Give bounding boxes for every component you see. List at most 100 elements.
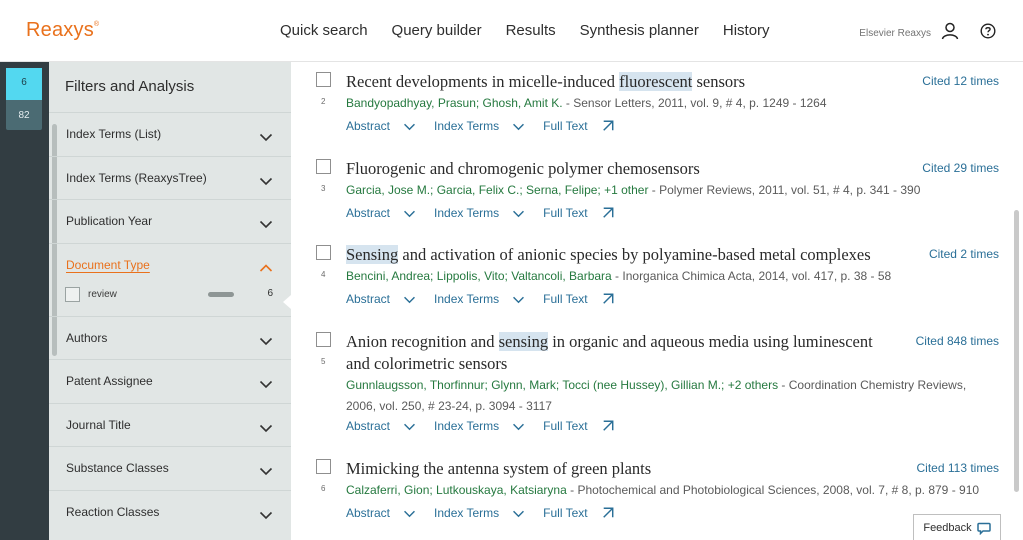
- title-text: Mimicking the antenna system of green pl…: [346, 459, 652, 478]
- external-link-icon: [596, 420, 614, 432]
- cited-count-link[interactable]: Cited 848 times: [916, 334, 999, 348]
- abstract-label: Abstract: [346, 206, 391, 220]
- facet-checkbox[interactable]: [65, 286, 80, 302]
- authors-link[interactable]: Bencini, Andrea; Lippolis, Vito; Valtanc…: [346, 269, 612, 283]
- result-title[interactable]: Mimicking the antenna system of green pl…: [346, 458, 886, 480]
- chevron-down-icon: [506, 422, 525, 431]
- abstract-toggle[interactable]: Abstract: [346, 506, 416, 520]
- filter-label: Substance Classes: [66, 461, 169, 475]
- authors-link[interactable]: Gunnlaugsson, Thorfinnur; Glynn, Mark; T…: [346, 378, 778, 392]
- filter-patent-assignee[interactable]: Patent Assignee: [49, 359, 291, 403]
- abstract-toggle[interactable]: Abstract: [346, 206, 416, 220]
- filter-authors[interactable]: Authors: [49, 315, 291, 360]
- result-checkbox[interactable]: [316, 459, 331, 474]
- search-term-highlight: Sensing: [346, 245, 399, 264]
- source-info: - Polymer Reviews, 2011, vol. 51, # 4, p…: [648, 183, 921, 197]
- chevron-down-icon[interactable]: [259, 333, 273, 345]
- full-text-link[interactable]: Full Text: [543, 419, 614, 433]
- result-number: 3: [321, 184, 326, 193]
- facet-count-bar: [208, 291, 234, 297]
- cited-count-link[interactable]: Cited 2 times: [929, 247, 999, 261]
- result-checkbox[interactable]: [316, 72, 331, 87]
- result-citation: Calzaferri, Gion; Lutkouskaya, Katsiaryn…: [346, 480, 1001, 501]
- filter-label: Index Terms (ReaxysTree): [66, 170, 207, 185]
- chevron-down-icon[interactable]: [259, 173, 273, 185]
- authors-link[interactable]: Calzaferri, Gion; Lutkouskaya, Katsiaryn…: [346, 483, 567, 497]
- chevron-down-icon[interactable]: [259, 420, 273, 432]
- abstract-label: Abstract: [346, 419, 391, 433]
- chevron-down-icon: [397, 422, 416, 431]
- chevron-down-icon[interactable]: [259, 216, 273, 229]
- result-citation: Gunnlaugsson, Thorfinnur; Glynn, Mark; T…: [346, 375, 996, 417]
- abstract-toggle[interactable]: Abstract: [346, 119, 416, 133]
- source-info: - Inorganica Chimica Acta, 2014, vol. 41…: [611, 269, 892, 283]
- external-link-icon: [596, 293, 614, 305]
- chevron-down-icon[interactable]: [259, 129, 273, 142]
- nav-synthesis-planner[interactable]: Synthesis planner: [580, 22, 699, 39]
- filter-index-terms-reaxystree[interactable]: Index Terms (ReaxysTree): [49, 155, 291, 200]
- index-terms-toggle[interactable]: Index Terms: [434, 292, 525, 306]
- feedback-button[interactable]: Feedback: [913, 514, 1001, 540]
- full-text-link[interactable]: Full Text: [543, 506, 614, 520]
- filters-title: Filters and Analysis: [65, 78, 195, 95]
- result-title[interactable]: Recent developments in micelle-induced f…: [346, 71, 886, 93]
- result-checkbox[interactable]: [316, 159, 331, 174]
- filter-index-terms-list[interactable]: Index Terms (List): [49, 112, 291, 156]
- filter-journal-title[interactable]: Journal Title: [49, 402, 291, 447]
- cited-count-link[interactable]: Cited 113 times: [917, 461, 999, 475]
- result-actions: Abstract Index Terms Full Text: [346, 119, 632, 133]
- result-checkbox[interactable]: [316, 245, 331, 260]
- cited-count-link[interactable]: Cited 29 times: [922, 161, 999, 175]
- nav-history[interactable]: History: [723, 22, 770, 39]
- result-set-tab-active[interactable]: 6: [6, 68, 42, 105]
- filter-label: Journal Title: [66, 417, 131, 432]
- filter-label: Reaction Classes: [66, 504, 160, 519]
- result-title[interactable]: Sensing and activation of anionic specie…: [346, 244, 886, 266]
- source-info: - Photochemical and Photobiological Scie…: [566, 483, 980, 497]
- chevron-up-icon[interactable]: [259, 260, 273, 272]
- filters-panel: Filters and Analysis Index Terms (List) I…: [49, 62, 291, 540]
- source-info: - Sensor Letters, 2011, vol. 9, # 4, p. …: [562, 96, 827, 110]
- index-terms-label: Index Terms: [434, 292, 500, 306]
- full-text-link[interactable]: Full Text: [543, 119, 614, 133]
- organization-name: Elsevier Reaxys: [859, 28, 931, 39]
- chevron-down-icon: [506, 509, 525, 518]
- full-text-link[interactable]: Full Text: [543, 206, 614, 220]
- results-scrollbar[interactable]: [1014, 210, 1019, 492]
- filter-publication-year[interactable]: Publication Year: [49, 199, 291, 243]
- index-terms-toggle[interactable]: Index Terms: [434, 506, 525, 520]
- abstract-toggle[interactable]: Abstract: [346, 292, 416, 306]
- result-title[interactable]: Anion recognition and sensing in organic…: [346, 331, 886, 375]
- result-title[interactable]: Fluorogenic and chromogenic polymer chem…: [346, 158, 886, 180]
- result-actions: Abstract Index Terms Full Text: [346, 206, 632, 220]
- full-text-link[interactable]: Full Text: [543, 292, 614, 306]
- user-icon[interactable]: [939, 20, 961, 42]
- chevron-down-icon[interactable]: [259, 376, 273, 389]
- chevron-down-icon[interactable]: [259, 463, 273, 476]
- header-right: Elsevier Reaxys: [859, 20, 999, 42]
- index-terms-toggle[interactable]: Index Terms: [434, 119, 525, 133]
- help-icon[interactable]: [977, 20, 999, 42]
- result-checkbox[interactable]: [316, 332, 331, 347]
- cited-count-link[interactable]: Cited 12 times: [922, 74, 999, 88]
- result-set-tab[interactable]: 82: [6, 100, 42, 130]
- reaxys-logo[interactable]: Reaxys®: [26, 19, 99, 42]
- filter-reaction-classes[interactable]: Reaction Classes: [49, 489, 291, 534]
- abstract-toggle[interactable]: Abstract: [346, 419, 416, 433]
- logo-text: Reaxys: [26, 19, 94, 41]
- nav-results[interactable]: Results: [506, 22, 556, 39]
- authors-link[interactable]: Garcia, Jose M.; Garcia, Felix C.; Serna…: [346, 183, 648, 197]
- nav-query-builder[interactable]: Query builder: [392, 22, 482, 39]
- filter-substance-classes[interactable]: Substance Classes: [49, 446, 291, 490]
- filter-document-type[interactable]: Document Type review 6: [49, 242, 291, 316]
- index-terms-toggle[interactable]: Index Terms: [434, 419, 525, 433]
- feedback-label: Feedback: [923, 522, 972, 534]
- filter-list: Index Terms (List) Index Terms (ReaxysTre…: [49, 112, 291, 533]
- logo-mark: ®: [93, 21, 100, 28]
- index-terms-toggle[interactable]: Index Terms: [434, 206, 525, 220]
- filter-label: Document Type: [66, 257, 150, 272]
- nav-quick-search[interactable]: Quick search: [280, 22, 368, 39]
- title-text: sensors: [692, 72, 746, 91]
- authors-link[interactable]: Bandyopadhyay, Prasun; Ghosh, Amit K.: [346, 96, 563, 110]
- chevron-down-icon[interactable]: [259, 507, 273, 519]
